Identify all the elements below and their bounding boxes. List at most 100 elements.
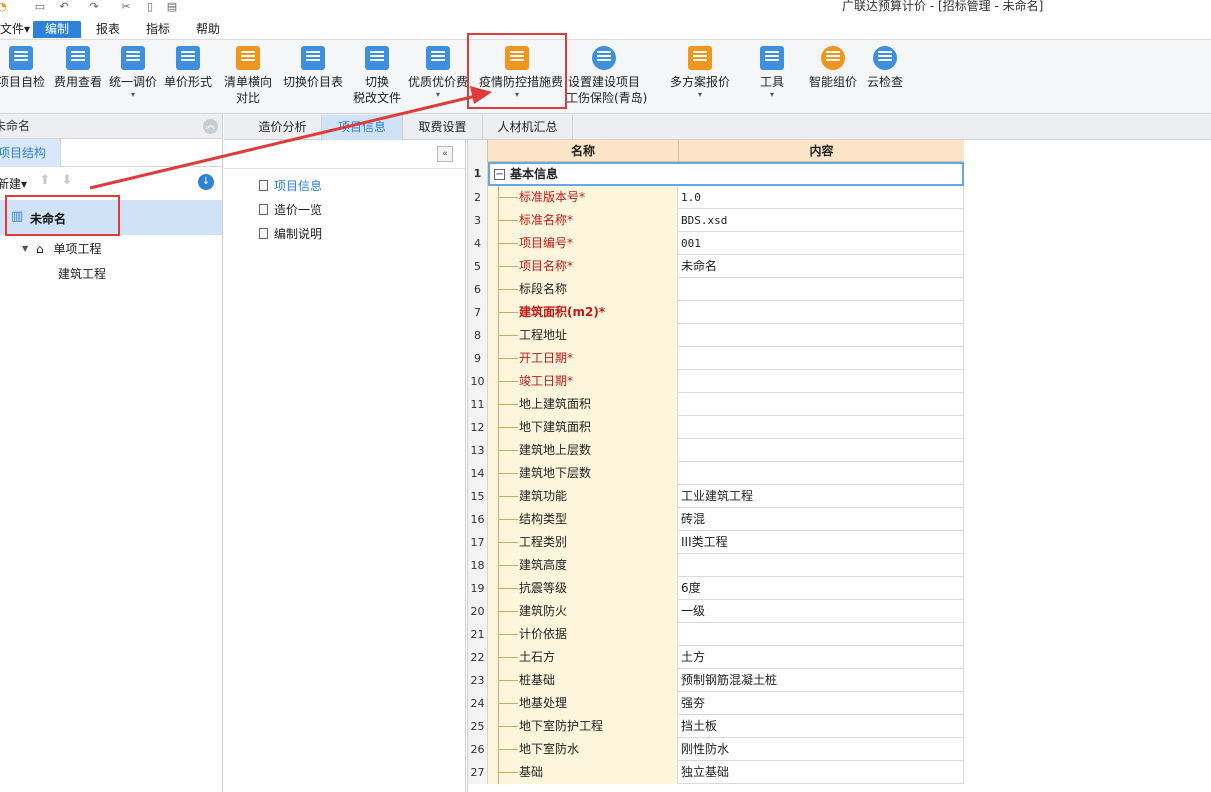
tax-file-button[interactable]: 切换 税改文件 bbox=[342, 44, 412, 110]
table-row[interactable]: 21 计价依据 bbox=[468, 623, 964, 646]
name-cell[interactable]: 地下室防水 bbox=[488, 738, 678, 761]
new-button[interactable]: 新建▾ bbox=[0, 175, 27, 192]
name-cell[interactable]: 建筑地下层数 bbox=[488, 462, 678, 485]
insurance-button[interactable]: 设置建设项目 工伤保险(青岛) bbox=[566, 44, 647, 110]
name-cell[interactable]: 建筑地上层数 bbox=[488, 439, 678, 462]
name-cell[interactable]: 计价依据 bbox=[488, 623, 678, 646]
value-cell[interactable]: 刚性防水 bbox=[679, 738, 964, 761]
redo-icon[interactable]: ↷ bbox=[88, 1, 100, 13]
epidemic-fee-button[interactable]: 疫情防控措施费 ▾ bbox=[479, 44, 563, 110]
table-row[interactable]: 5 项目名称* 未命名 bbox=[468, 255, 964, 278]
value-cell[interactable]: 一级 bbox=[679, 600, 964, 623]
collapse-left-icon[interactable]: « bbox=[437, 146, 453, 162]
name-cell[interactable]: 竣工日期* bbox=[488, 370, 678, 393]
table-row[interactable]: 14 建筑地下层数 bbox=[468, 462, 964, 485]
table-row[interactable]: 26 地下室防水 刚性防水 bbox=[468, 738, 964, 761]
copy-icon[interactable]: ▯ bbox=[144, 1, 156, 13]
value-cell[interactable] bbox=[679, 324, 964, 347]
tab-labor-material-summary[interactable]: 人材机汇总 bbox=[483, 115, 573, 140]
table-row[interactable]: 11 地上建筑面积 bbox=[468, 393, 964, 416]
name-cell[interactable]: 开工日期* bbox=[488, 347, 678, 370]
tree-expand-icon[interactable]: ▼ bbox=[22, 244, 28, 253]
table-row[interactable]: 7 建筑面积(m2)* bbox=[468, 301, 964, 324]
compare-button[interactable]: 清单横向 对比 bbox=[213, 44, 283, 110]
name-cell[interactable]: 建筑功能 bbox=[488, 485, 678, 508]
value-cell[interactable]: 001 bbox=[679, 232, 964, 255]
table-row[interactable]: 4 项目编号* 001 bbox=[468, 232, 964, 255]
table-row[interactable]: 8 工程地址 bbox=[468, 324, 964, 347]
tree-node-single-project[interactable]: ⌂ 单项工程 bbox=[36, 240, 101, 257]
value-cell[interactable]: 土方 bbox=[679, 646, 964, 669]
table-row[interactable]: 27 基础 独立基础 bbox=[468, 761, 964, 784]
cut-icon[interactable]: ✂ bbox=[120, 1, 132, 13]
collapse-up-icon[interactable]: ︽ bbox=[203, 119, 218, 134]
table-row[interactable]: 3 标准名称* BDS.xsd bbox=[468, 209, 964, 232]
menu-file[interactable]: 文件▾ bbox=[0, 21, 36, 38]
table-row[interactable]: 6 标段名称 bbox=[468, 278, 964, 301]
name-cell[interactable]: 基础 bbox=[488, 761, 678, 784]
name-cell[interactable]: 建筑高度 bbox=[488, 554, 678, 577]
table-row[interactable]: 16 结构类型 砖混 bbox=[468, 508, 964, 531]
value-cell[interactable] bbox=[679, 554, 964, 577]
name-cell[interactable]: 工程地址 bbox=[488, 324, 678, 347]
value-cell[interactable]: 预制钢筋混凝土桩 bbox=[679, 669, 964, 692]
value-cell[interactable]: 砖混 bbox=[679, 508, 964, 531]
table-row[interactable]: 19 抗震等级 6度 bbox=[468, 577, 964, 600]
group-cell[interactable]: − 基本信息 bbox=[488, 162, 964, 186]
table-row[interactable]: 20 建筑防火 一级 bbox=[468, 600, 964, 623]
value-cell[interactable]: BDS.xsd bbox=[679, 209, 964, 232]
value-cell[interactable]: 1.0 bbox=[679, 186, 964, 209]
table-row[interactable]: 25 地下室防护工程 挡土板 bbox=[468, 715, 964, 738]
menu-help[interactable]: 帮助 bbox=[190, 21, 226, 38]
value-cell[interactable] bbox=[679, 347, 964, 370]
tools-button[interactable]: 工具 ▾ bbox=[737, 44, 807, 110]
tab-project-structure[interactable]: 项目结构 bbox=[0, 139, 61, 167]
value-cell[interactable]: 独立基础 bbox=[679, 761, 964, 784]
name-cell[interactable]: 建筑面积(m2)* bbox=[488, 301, 678, 324]
table-row[interactable]: 9 开工日期* bbox=[468, 347, 964, 370]
value-cell[interactable] bbox=[679, 439, 964, 462]
name-cell[interactable]: 地下建筑面积 bbox=[488, 416, 678, 439]
move-up-icon[interactable]: ⬆ bbox=[38, 173, 52, 189]
name-cell[interactable]: 标准名称* bbox=[488, 209, 678, 232]
value-cell[interactable]: III类工程 bbox=[679, 531, 964, 554]
name-cell[interactable]: 土石方 bbox=[488, 646, 678, 669]
value-cell[interactable] bbox=[679, 301, 964, 324]
table-row[interactable]: 17 工程类别 III类工程 bbox=[468, 531, 964, 554]
table-row[interactable]: 15 建筑功能 工业建筑工程 bbox=[468, 485, 964, 508]
cloud-check-button[interactable]: 云检查 bbox=[850, 44, 920, 110]
menu-index[interactable]: 指标 bbox=[140, 21, 176, 38]
name-cell[interactable]: 标准版本号* bbox=[488, 186, 678, 209]
save-icon[interactable]: ▭ bbox=[34, 1, 46, 13]
menu-edit[interactable]: 编制 bbox=[33, 21, 82, 38]
name-cell[interactable]: 工程类别 bbox=[488, 531, 678, 554]
table-row[interactable]: 2 标准版本号* 1.0 bbox=[468, 186, 964, 209]
name-cell[interactable]: 地下室防护工程 bbox=[488, 715, 678, 738]
value-cell[interactable] bbox=[679, 393, 964, 416]
table-row[interactable]: 23 桩基础 预制钢筋混凝土桩 bbox=[468, 669, 964, 692]
table-row[interactable]: 24 地基处理 强夯 bbox=[468, 692, 964, 715]
value-cell[interactable]: 6度 bbox=[679, 577, 964, 600]
nav-item-description[interactable]: 编制说明 bbox=[259, 225, 322, 242]
price-table-button[interactable]: 切换价目表 bbox=[278, 44, 348, 110]
group-row[interactable]: 1 − 基本信息 bbox=[468, 162, 964, 186]
download-icon[interactable]: ↓ bbox=[198, 174, 214, 190]
name-cell[interactable]: 建筑防火 bbox=[488, 600, 678, 623]
menu-report[interactable]: 报表 bbox=[90, 21, 126, 38]
table-row[interactable]: 22 土石方 土方 bbox=[468, 646, 964, 669]
tab-fee-settings[interactable]: 取费设置 bbox=[403, 115, 483, 140]
value-cell[interactable] bbox=[679, 462, 964, 485]
value-cell[interactable]: 挡土板 bbox=[679, 715, 964, 738]
name-cell[interactable]: 标段名称 bbox=[488, 278, 678, 301]
tab-cost-analysis[interactable]: 造价分析 bbox=[244, 115, 322, 140]
value-cell[interactable] bbox=[679, 416, 964, 439]
value-cell[interactable]: 未命名 bbox=[679, 255, 964, 278]
nav-item-cost-overview[interactable]: 造价一览 bbox=[259, 201, 322, 218]
collapse-group-icon[interactable]: − bbox=[494, 169, 505, 180]
undo-icon[interactable]: ↶ bbox=[58, 1, 70, 13]
value-cell[interactable]: 工业建筑工程 bbox=[679, 485, 964, 508]
name-cell[interactable]: 项目名称* bbox=[488, 255, 678, 278]
name-cell[interactable]: 地基处理 bbox=[488, 692, 678, 715]
value-cell[interactable] bbox=[679, 623, 964, 646]
name-cell[interactable]: 抗震等级 bbox=[488, 577, 678, 600]
